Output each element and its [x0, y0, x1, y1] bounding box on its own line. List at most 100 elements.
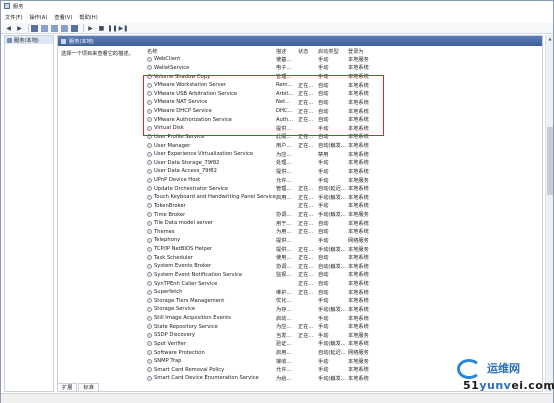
- watermark-swoosh-icon: [457, 359, 481, 379]
- service-description: 电子...: [276, 65, 292, 72]
- export-list-icon[interactable]: [61, 24, 68, 32]
- forward-arrow-icon[interactable]: ▶: [15, 24, 24, 32]
- gear-icon: [147, 341, 152, 347]
- service-status: 正在...: [298, 186, 314, 193]
- gear-icon: [147, 350, 152, 356]
- service-description: 提供...: [276, 237, 292, 244]
- service-status: 正在...: [298, 281, 314, 288]
- service-row[interactable]: Time Broker 协调... 正在... 手动(触发... 本地服务: [144, 210, 542, 219]
- service-row[interactable]: Task Scheduler 使用... 正在... 自动 本地系统: [144, 253, 542, 262]
- service-logon-as: 本地系统: [348, 367, 369, 374]
- service-row[interactable]: Software Protection 启用... 自动(延迟... 网络服务: [144, 348, 542, 357]
- service-logon-as: 本地系统: [348, 151, 369, 158]
- service-startup-type: 自动: [318, 281, 329, 288]
- console-tree-icon[interactable]: [31, 24, 38, 32]
- column-header-name[interactable]: 名称: [144, 48, 276, 55]
- column-header-desc[interactable]: 描述: [276, 48, 298, 55]
- pane-header: 服务(本地): [58, 36, 542, 46]
- vertical-scrollbar[interactable]: ▲ ▼: [545, 35, 553, 392]
- service-row[interactable]: Spot Verifier 验证... 手动(触发... 本地系统: [144, 340, 542, 349]
- scroll-up-icon[interactable]: ▲: [546, 35, 554, 41]
- service-name: Task Scheduler: [144, 255, 276, 261]
- service-name: Spot Verifier: [144, 341, 276, 347]
- service-row[interactable]: User Experience Virtualization Service 为应…: [144, 150, 542, 159]
- column-header-startup[interactable]: 启动类型: [318, 48, 348, 55]
- service-startup-type: 手动: [318, 65, 329, 72]
- service-row[interactable]: WebClient 使基... 手动 本地服务: [144, 55, 542, 64]
- service-name-text: SynTPEnh Caller Service: [154, 280, 218, 287]
- menu-help[interactable]: 帮助(H): [79, 14, 97, 21]
- service-row[interactable]: SSDP Discovery 当发... 正在... 手动 本地服务: [144, 331, 542, 340]
- scroll-thumb[interactable]: [547, 127, 553, 195]
- service-name: User Data Storage_79f82: [144, 160, 276, 166]
- service-row[interactable]: System Events Broker 协调... 正在... 自动(触发... 本地…: [144, 262, 542, 271]
- service-logon-as: 本地系统: [348, 281, 369, 288]
- service-status: 正在...: [298, 289, 314, 296]
- properties-icon[interactable]: [41, 24, 48, 32]
- service-row[interactable]: TCP/IP NetBIOS Helper 提供... 正在... 手动(触发... 本…: [144, 245, 542, 254]
- service-row[interactable]: Superfetch 维护... 正在... 自动 本地系统: [144, 288, 542, 297]
- service-row[interactable]: Tile Data model server 用于... 正在... 自动 本地系统: [144, 219, 542, 228]
- service-logon-as: 本地系统: [348, 160, 369, 167]
- column-header-status[interactable]: 状态: [298, 48, 318, 55]
- service-description: 使基...: [276, 56, 292, 63]
- highlight-box: [143, 75, 384, 136]
- tab-extended[interactable]: 扩展: [57, 383, 78, 391]
- service-row[interactable]: SynTPEnh Caller Service 正在... 自动 本地系统: [144, 279, 542, 288]
- service-row[interactable]: Touch Keyboard and Handwriting Panel Ser…: [144, 193, 542, 202]
- service-row[interactable]: User Manager 用户... 正在... 自动(触发... 本地系统: [144, 141, 542, 150]
- service-logon-as: 网络服务: [348, 237, 369, 244]
- service-status: 正在...: [298, 255, 314, 262]
- service-row[interactable]: Update Orchestrator Service 管理... 正在... 自动(…: [144, 184, 542, 193]
- tab-standard[interactable]: 标准: [78, 383, 99, 391]
- gear-icon: [147, 160, 152, 166]
- service-description: 为用...: [276, 229, 292, 236]
- service-description: 允许...: [276, 177, 292, 184]
- service-startup-type: 手动: [318, 177, 329, 184]
- service-startup-type: 手动(触发...: [318, 194, 346, 201]
- start-service-icon[interactable]: ▶: [86, 24, 95, 32]
- service-row[interactable]: Themes 为用... 正在... 自动 本地系统: [144, 228, 542, 237]
- help-icon[interactable]: [71, 24, 78, 32]
- service-name-text: SNMP Trap: [154, 358, 182, 365]
- service-row[interactable]: State Repository Service 为应... 正在... 手动 本地系统: [144, 322, 542, 331]
- service-startup-type: 手动: [318, 56, 329, 63]
- service-status: 正在...: [298, 143, 314, 150]
- service-row[interactable]: Storage Service 为存... 手动(触发... 本地系统: [144, 305, 542, 314]
- pause-service-icon[interactable]: ❚❚: [107, 24, 117, 32]
- service-name-text: WebClient: [154, 56, 181, 63]
- service-name: Telephony: [144, 237, 276, 243]
- stop-service-icon[interactable]: ■: [97, 24, 106, 32]
- gear-icon: [147, 65, 152, 71]
- service-name-text: Tile Data model server: [154, 220, 213, 227]
- service-row[interactable]: System Event Notification Service 监视... 正在…: [144, 271, 542, 280]
- service-name-text: TCP/IP NetBIOS Helper: [154, 246, 213, 253]
- back-arrow-icon[interactable]: ◀: [4, 24, 13, 32]
- service-description: 当发...: [276, 332, 292, 339]
- service-startup-type: 手动: [318, 298, 329, 305]
- menu-file[interactable]: 文件(F): [5, 14, 22, 21]
- service-row[interactable]: UPnP Device Host 允许... 手动 本地服务: [144, 176, 542, 185]
- menu-action[interactable]: 操作(A): [29, 14, 47, 21]
- column-header-logon[interactable]: 登录为: [348, 48, 388, 55]
- service-row[interactable]: Still Image Acquisition Events 启动... 手动 本地系…: [144, 314, 542, 323]
- service-status: 正在...: [298, 194, 314, 201]
- service-name-text: Storage Tiers Management: [154, 297, 225, 304]
- refresh-icon[interactable]: [51, 24, 58, 32]
- gear-icon: [147, 255, 152, 261]
- service-row[interactable]: User Data Access_79f82 提供... 手动 本地系统: [144, 167, 542, 176]
- tree-item-services-local[interactable]: 服务(本地): [5, 36, 53, 44]
- menu-view[interactable]: 查看(V): [54, 14, 72, 21]
- restart-service-icon[interactable]: ▶❚: [119, 24, 129, 32]
- tree-item-label: 服务(本地): [14, 37, 39, 44]
- service-row[interactable]: TokenBroker 正在... 手动 本地系统: [144, 202, 542, 211]
- service-startup-type: 自动(触发...: [318, 143, 346, 150]
- service-row[interactable]: Telephony 提供... 手动 网络服务: [144, 236, 542, 245]
- service-name-text: User Manager: [154, 142, 191, 149]
- service-row[interactable]: WalletService 电子... 手动 本地系统: [144, 64, 542, 73]
- service-startup-type: 自动(触发...: [318, 263, 346, 270]
- service-row[interactable]: Storage Tiers Management 优化... 手动 本地系统: [144, 297, 542, 306]
- service-row[interactable]: User Data Storage_79f82 处理... 手动 本地系统: [144, 159, 542, 168]
- service-name: Superfetch: [144, 289, 276, 295]
- service-description: 启用...: [276, 350, 292, 357]
